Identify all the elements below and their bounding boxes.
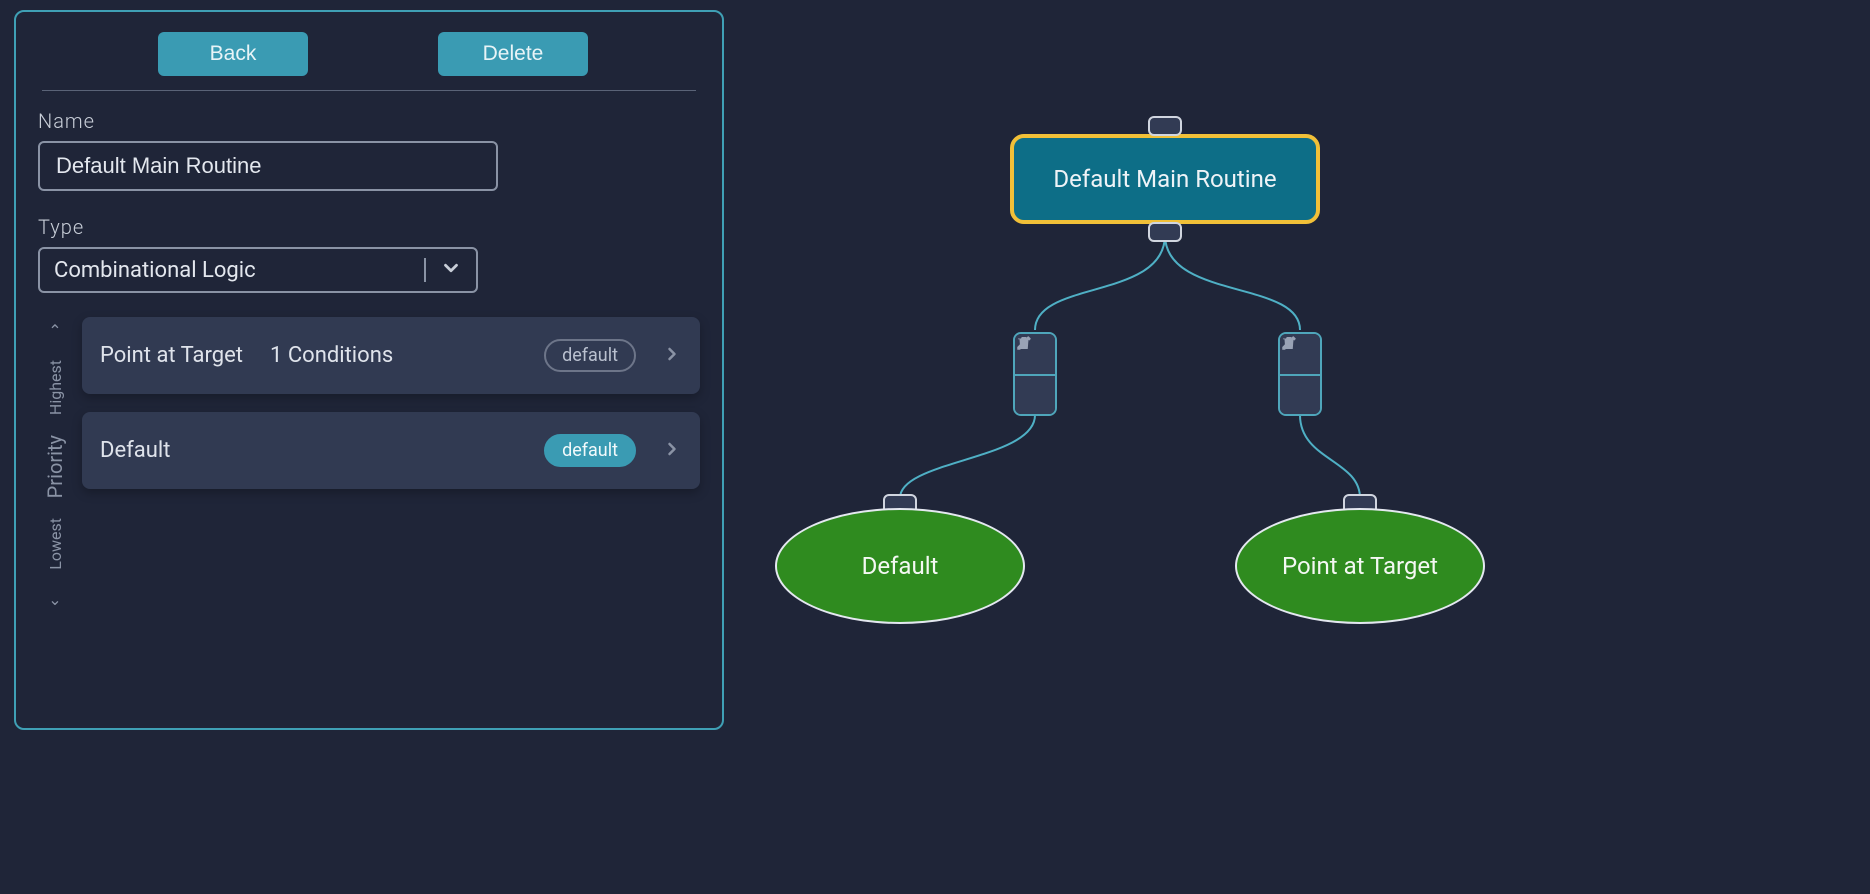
type-select-value: Combinational Logic <box>54 258 424 283</box>
chevron-down-icon <box>440 257 462 283</box>
editor-panel: Back Delete Name Type Combinational Logi… <box>14 10 724 730</box>
priority-area: ⌃ Highest Priority Lowest ⌄ Point at Tar… <box>38 317 700 617</box>
priority-highest-label: Highest <box>46 360 65 415</box>
arrow-down-icon: ⌄ <box>48 590 61 609</box>
type-label: Type <box>38 215 700 239</box>
default-badge: default <box>544 434 636 467</box>
priority-item-conditions: 1 Conditions <box>270 343 544 368</box>
edge-tools <box>1013 332 1057 416</box>
leaf-node[interactable]: Point at Target <box>1235 508 1485 624</box>
priority-item-name: Default <box>100 438 270 463</box>
leaf-node-label: Point at Target <box>1282 552 1438 580</box>
root-node-label: Default Main Routine <box>1053 165 1276 193</box>
type-select[interactable]: Combinational Logic <box>38 247 478 293</box>
priority-list: Point at Target 1 Conditions default Def… <box>82 317 700 617</box>
panel-button-row: Back Delete <box>38 32 700 76</box>
type-field-group: Type Combinational Logic <box>38 215 700 293</box>
delete-button[interactable]: Delete <box>438 32 588 76</box>
chevron-right-icon <box>662 439 682 463</box>
chevron-right-icon <box>662 344 682 368</box>
panel-divider <box>42 90 696 91</box>
default-badge: default <box>544 339 636 372</box>
back-button[interactable]: Back <box>158 32 308 76</box>
name-field-group: Name <box>38 109 700 191</box>
node-port[interactable] <box>1148 116 1182 136</box>
delete-edge-button[interactable] <box>1015 374 1055 414</box>
priority-item[interactable]: Default default <box>82 412 700 489</box>
name-input[interactable] <box>38 141 498 191</box>
arrow-up-icon: ⌃ <box>48 321 61 340</box>
delete-edge-button[interactable] <box>1280 374 1320 414</box>
edge-tools <box>1278 332 1322 416</box>
root-node[interactable]: Default Main Routine <box>1010 134 1320 224</box>
priority-item-name: Point at Target <box>100 343 270 368</box>
priority-rail: ⌃ Highest Priority Lowest ⌄ <box>38 317 72 617</box>
behavior-graph[interactable]: Default Main Routine Default Point at Ta… <box>760 100 1560 660</box>
name-label: Name <box>38 109 700 133</box>
select-divider <box>424 258 426 282</box>
priority-axis-label: Priority <box>43 435 67 498</box>
priority-lowest-label: Lowest <box>46 518 65 570</box>
leaf-node[interactable]: Default <box>775 508 1025 624</box>
leaf-node-label: Default <box>862 552 939 580</box>
node-port[interactable] <box>1148 222 1182 242</box>
priority-item[interactable]: Point at Target 1 Conditions default <box>82 317 700 394</box>
